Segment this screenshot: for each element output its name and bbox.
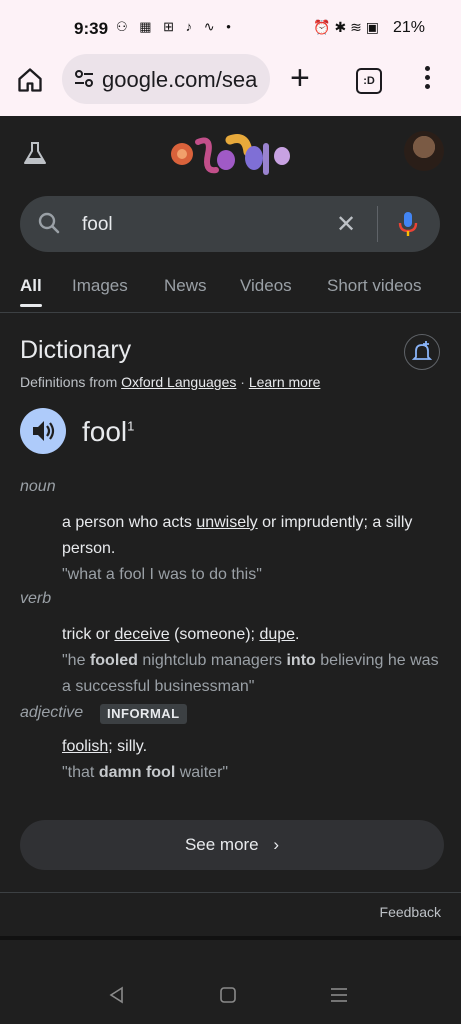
microphone-icon[interactable]: [398, 211, 418, 237]
example-noun: "what a fool I was to do this": [62, 566, 262, 583]
definition-verb: trick or deceive (someone); dupe.: [62, 626, 300, 643]
new-tab-icon[interactable]: +: [290, 60, 310, 96]
status-time: 9:39: [74, 19, 109, 38]
site-settings-icon[interactable]: [74, 69, 94, 89]
search-results-page: fool ✕ All Images News Videos Short vide…: [0, 116, 461, 936]
search-input[interactable]: fool: [82, 214, 113, 236]
dupe-link[interactable]: dupe: [259, 626, 295, 643]
recents-icon[interactable]: [330, 987, 348, 1003]
speaker-icon: [33, 421, 55, 441]
pronunciation-button[interactable]: [20, 408, 66, 454]
section-divider: [0, 892, 461, 893]
oxford-languages-link[interactable]: Oxford Languages: [121, 374, 236, 390]
see-more-button[interactable]: See more ›: [20, 820, 444, 870]
deceive-link[interactable]: deceive: [114, 626, 169, 643]
dictionary-source: Definitions from Oxford Languages · Lear…: [20, 374, 321, 390]
tab-news[interactable]: News: [164, 276, 207, 296]
tab-all[interactable]: All: [20, 276, 42, 307]
search-icon: [38, 212, 60, 234]
labs-flask-icon[interactable]: [22, 140, 48, 166]
definition-noun: a person who acts unwisely or imprudentl…: [62, 514, 413, 557]
example-verb: "he fooled nightclub managers into belie…: [62, 652, 439, 695]
learn-more-link[interactable]: Learn more: [249, 374, 321, 390]
headword: fool1: [82, 416, 135, 447]
foolish-link[interactable]: foolish: [62, 738, 108, 755]
feedback-link[interactable]: Feedback: [380, 904, 441, 920]
search-divider: [377, 206, 378, 242]
system-nav-bar: [0, 940, 461, 1024]
definition-adjective: foolish; silly.: [62, 738, 148, 755]
status-bar: 9:39 ⚇ ▦ ⊞ ♪ ∿ • ⏰ ✱ ≋ ▣ 21%: [0, 0, 461, 54]
chevron-right-icon: ›: [273, 835, 280, 854]
home-icon[interactable]: [16, 66, 44, 94]
unwisely-link[interactable]: unwisely: [196, 514, 257, 531]
system-icons: ⏰ ✱ ≋ ▣: [313, 19, 379, 35]
clear-icon[interactable]: ✕: [336, 210, 356, 239]
pos-adjective: adjective: [20, 704, 84, 721]
search-box[interactable]: fool ✕: [20, 196, 440, 252]
add-alert-icon[interactable]: [404, 334, 440, 370]
profile-avatar[interactable]: [404, 131, 444, 171]
example-adjective: "that damn fool waiter": [62, 764, 229, 781]
home-nav-icon[interactable]: [220, 987, 236, 1003]
tabs-divider: [0, 312, 461, 313]
back-icon[interactable]: [108, 986, 126, 1004]
tab-videos[interactable]: Videos: [240, 276, 292, 296]
notification-icons: ⚇ ▦ ⊞ ♪ ∿ •: [116, 19, 235, 34]
result-tabs: All Images News Videos Short videos: [20, 276, 461, 307]
google-doodle-logo[interactable]: [168, 132, 292, 180]
browser-toolbar: google.com/sea + :D: [0, 54, 461, 116]
dictionary-title: Dictionary: [20, 336, 132, 364]
pos-noun: noun: [20, 478, 56, 495]
more-menu-icon[interactable]: [425, 66, 431, 93]
tab-short-videos[interactable]: Short videos: [327, 276, 422, 296]
tab-images[interactable]: Images: [72, 276, 128, 296]
url-text: google.com/sea: [102, 67, 258, 92]
tab-switcher-button[interactable]: :D: [356, 68, 382, 94]
address-bar[interactable]: google.com/sea: [62, 54, 270, 104]
battery-level: 21%: [392, 19, 425, 36]
informal-badge: INFORMAL: [100, 704, 187, 724]
pos-verb: verb: [20, 590, 52, 607]
